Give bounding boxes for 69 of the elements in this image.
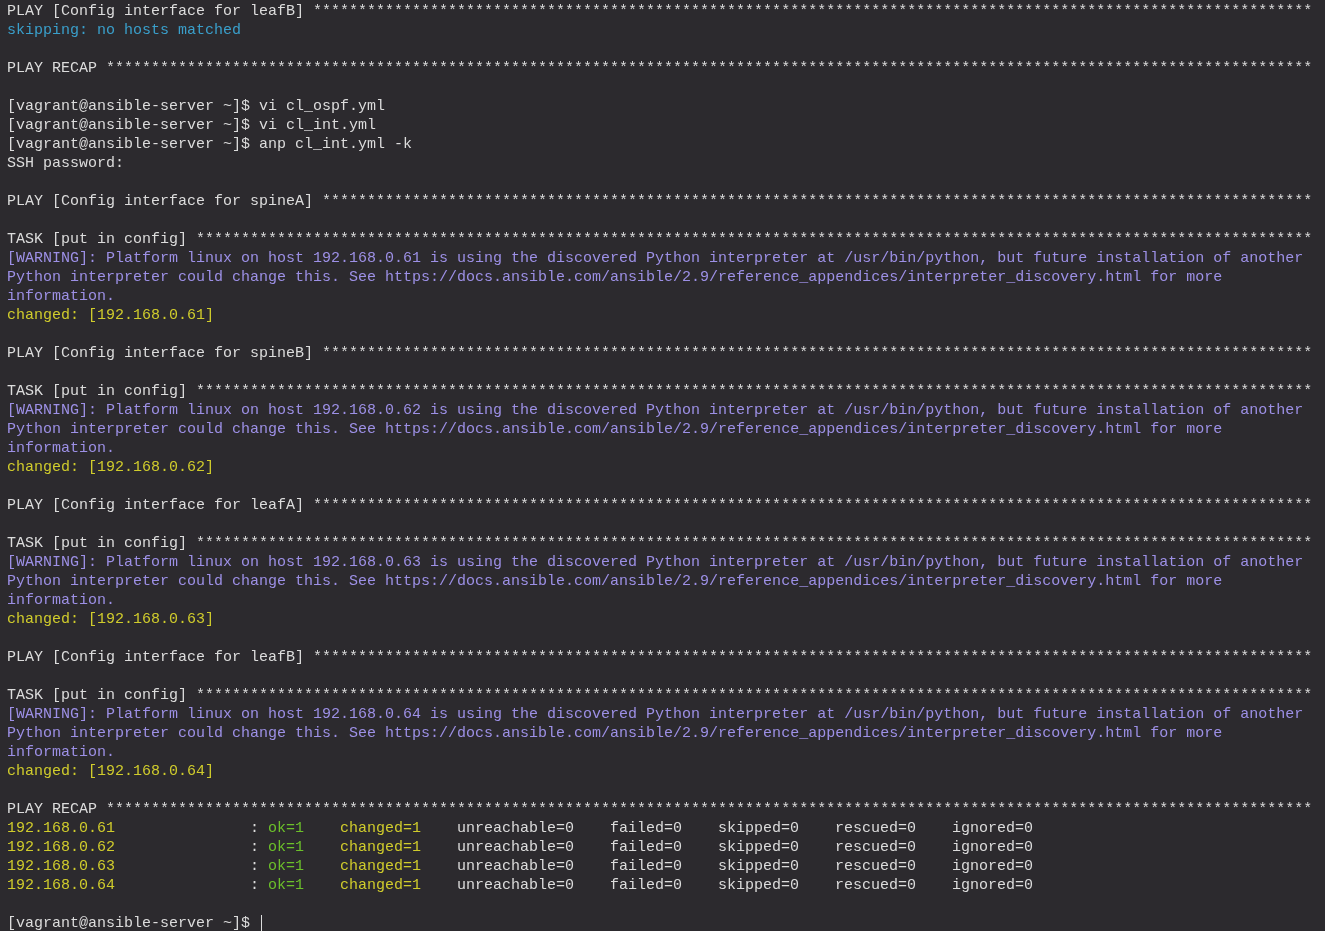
stat-count: ok=1 bbox=[268, 876, 305, 895]
play-header: PLAY [Config interface for leafB] *************************************************************************************************************** bbox=[7, 2, 1313, 21]
warning-text: [WARNING]: Platform linux on host 192.168.0.64 is using the discovered Python interpreter at /usr/bin/python, but future installation of another bbox=[7, 705, 1304, 724]
stat-count: changed=1 bbox=[340, 857, 422, 876]
task-header: TASK [put in config] **************************************************************************************************************************** bbox=[7, 686, 1313, 705]
command-line: [vagrant@ansible-server ~]$ bbox=[7, 914, 252, 931]
stat-count: failed=0 bbox=[610, 838, 683, 857]
warning-text: information. bbox=[7, 591, 116, 610]
warning-text: information. bbox=[7, 743, 116, 762]
stat-count: unreachable=0 bbox=[457, 819, 575, 838]
warning-text: Python interpreter could change this. See https://docs.ansible.com/ansible/2.9/reference_appendices/interpreter_discovery.html for more bbox=[7, 268, 1223, 287]
stat-count: failed=0 bbox=[610, 876, 683, 895]
changed-status: changed: [192.168.0.61] bbox=[7, 306, 215, 325]
warning-text: Python interpreter could change this. See https://docs.ansible.com/ansible/2.9/reference_appendices/interpreter_discovery.html for more bbox=[7, 420, 1223, 439]
stat-count: ignored=0 bbox=[952, 876, 1034, 895]
host-address: 192.168.0.63 bbox=[7, 857, 116, 876]
stat-count: ignored=0 bbox=[952, 838, 1034, 857]
stat-count: rescued=0 bbox=[835, 838, 917, 857]
play-header: PLAY [Config interface for spineA] ************************************************************************************************************** bbox=[7, 192, 1313, 211]
task-header: TASK [put in config] **************************************************************************************************************************** bbox=[7, 382, 1313, 401]
colon-text: : bbox=[250, 838, 260, 857]
host-address: 192.168.0.61 bbox=[7, 819, 116, 838]
stat-count: rescued=0 bbox=[835, 819, 917, 838]
stat-count: failed=0 bbox=[610, 857, 683, 876]
colon-text: : bbox=[250, 857, 260, 876]
changed-status: changed: [192.168.0.63] bbox=[7, 610, 215, 629]
stat-count: ok=1 bbox=[268, 819, 305, 838]
colon-text: : bbox=[250, 876, 260, 895]
play-header: PLAY [Config interface for spineB] ************************************************************************************************************** bbox=[7, 344, 1313, 363]
stat-count: skipped=0 bbox=[718, 876, 800, 895]
stat-count: changed=1 bbox=[340, 838, 422, 857]
command-line: [vagrant@ansible-server ~]$ anp cl_int.yml -k bbox=[7, 135, 413, 154]
skip-message: skipping: no hosts matched bbox=[7, 21, 242, 40]
stat-count: unreachable=0 bbox=[457, 876, 575, 895]
stat-count: changed=1 bbox=[340, 876, 422, 895]
warning-text: [WARNING]: Platform linux on host 192.168.0.62 is using the discovered Python interpreter at /usr/bin/python, but future installation of another bbox=[7, 401, 1304, 420]
play-header: PLAY RECAP ************************************************************************************************************************************** bbox=[7, 59, 1313, 78]
stat-count: ignored=0 bbox=[952, 857, 1034, 876]
warning-text: Python interpreter could change this. See https://docs.ansible.com/ansible/2.9/reference_appendices/interpreter_discovery.html for more bbox=[7, 724, 1223, 743]
stat-count: ok=1 bbox=[268, 838, 305, 857]
command-line: [vagrant@ansible-server ~]$ vi cl_ospf.yml bbox=[7, 97, 386, 116]
command-line: [vagrant@ansible-server ~]$ vi cl_int.yml bbox=[7, 116, 377, 135]
stat-count: ignored=0 bbox=[952, 819, 1034, 838]
play-header: PLAY RECAP ************************************************************************************************************************************** bbox=[7, 800, 1313, 819]
stat-count: skipped=0 bbox=[718, 838, 800, 857]
warning-text: information. bbox=[7, 439, 116, 458]
stat-count: skipped=0 bbox=[718, 857, 800, 876]
task-header: TASK [put in config] **************************************************************************************************************************** bbox=[7, 534, 1313, 553]
host-address: 192.168.0.62 bbox=[7, 838, 116, 857]
stat-count: failed=0 bbox=[610, 819, 683, 838]
stat-count: rescued=0 bbox=[835, 876, 917, 895]
stat-count: skipped=0 bbox=[718, 819, 800, 838]
task-header: TASK [put in config] **************************************************************************************************************************** bbox=[7, 230, 1313, 249]
stat-count: unreachable=0 bbox=[457, 857, 575, 876]
output-line: SSH password: bbox=[7, 154, 125, 173]
colon-text: : bbox=[250, 819, 260, 838]
warning-text: [WARNING]: Platform linux on host 192.168.0.63 is using the discovered Python interpreter at /usr/bin/python, but future installation of another bbox=[7, 553, 1304, 572]
warning-text: [WARNING]: Platform linux on host 192.168.0.61 is using the discovered Python interpreter at /usr/bin/python, but future installation of another bbox=[7, 249, 1304, 268]
stat-count: rescued=0 bbox=[835, 857, 917, 876]
play-header: PLAY [Config interface for leafB] *************************************************************************************************************** bbox=[7, 648, 1313, 667]
stat-count: changed=1 bbox=[340, 819, 422, 838]
changed-status: changed: [192.168.0.62] bbox=[7, 458, 215, 477]
warning-text: Python interpreter could change this. See https://docs.ansible.com/ansible/2.9/reference_appendices/interpreter_discovery.html for more bbox=[7, 572, 1223, 591]
stat-count: ok=1 bbox=[268, 857, 305, 876]
host-address: 192.168.0.64 bbox=[7, 876, 116, 895]
stat-count: unreachable=0 bbox=[457, 838, 575, 857]
play-header: PLAY [Config interface for leafA] *************************************************************************************************************** bbox=[7, 496, 1313, 515]
changed-status: changed: [192.168.0.64] bbox=[7, 762, 215, 781]
warning-text: information. bbox=[7, 287, 116, 306]
